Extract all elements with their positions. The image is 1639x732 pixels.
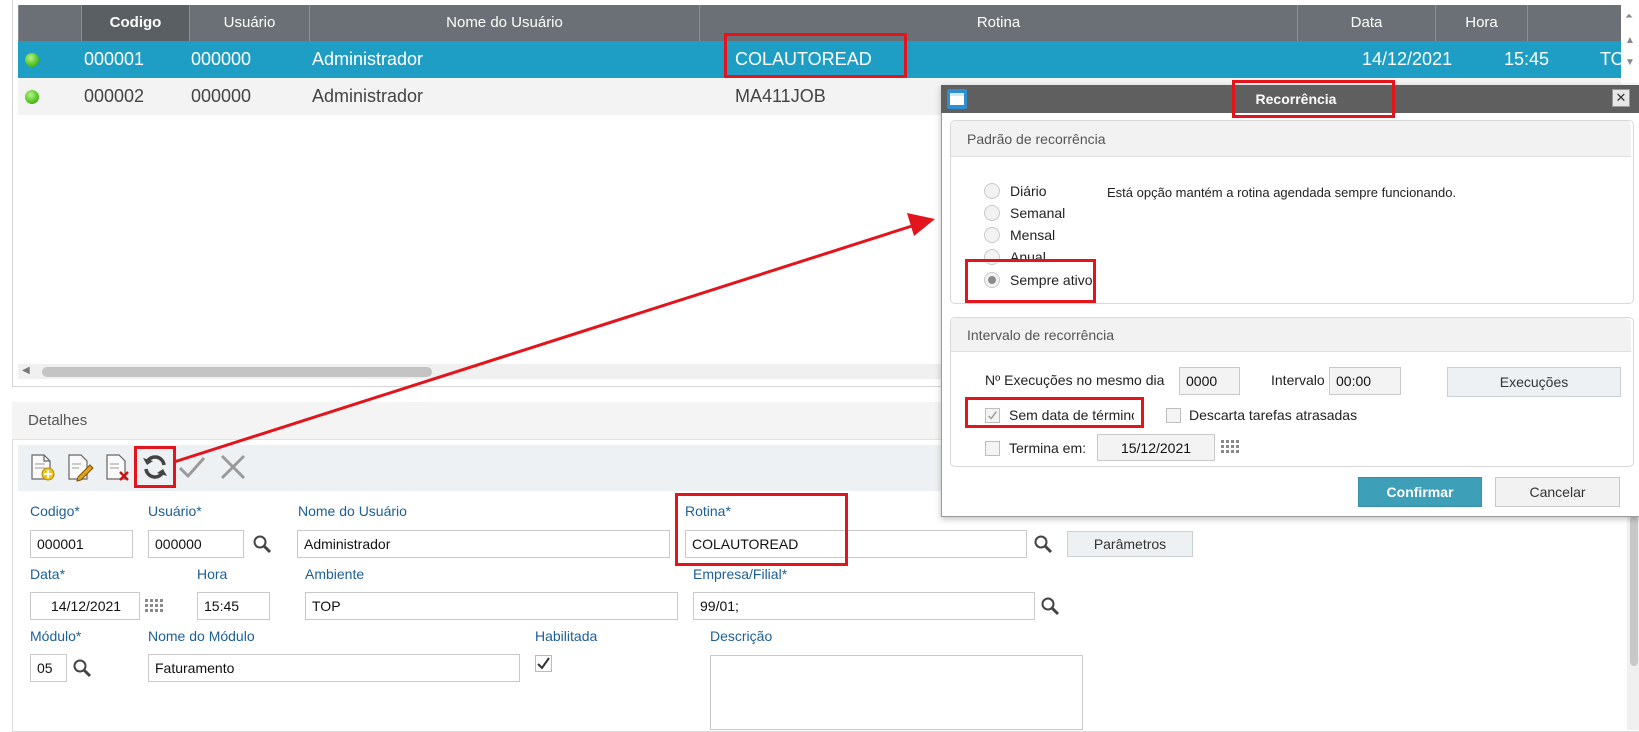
termina-checkbox[interactable] xyxy=(985,441,1000,456)
confirm-button[interactable]: Confirmar xyxy=(1358,477,1482,507)
nome-modulo-label: Nome do Módulo xyxy=(148,628,255,644)
usuario-label: Usuário* xyxy=(148,503,202,519)
execucoes-button[interactable]: Execuções xyxy=(1447,367,1621,397)
exec-field[interactable]: 0000 xyxy=(1179,367,1240,395)
highlight-sempre-ativo xyxy=(965,259,1096,303)
habilitada-checkbox[interactable] xyxy=(535,655,552,672)
status-green-icon xyxy=(25,53,39,67)
row-usuario: 000000 xyxy=(191,86,252,106)
delete-document-icon[interactable] xyxy=(102,452,132,482)
edit-document-icon[interactable] xyxy=(64,452,94,482)
scroll-left-arrow-icon[interactable]: ◀ xyxy=(22,365,30,376)
descricao-field[interactable] xyxy=(710,655,1083,730)
pattern-panel-title: Padrão de recorrência xyxy=(951,121,1631,157)
descarta-checkbox[interactable] xyxy=(1166,408,1181,423)
confirm-check-icon[interactable] xyxy=(177,452,207,482)
grid-col-status[interactable] xyxy=(18,5,81,41)
nome-usuario-label: Nome do Usuário xyxy=(298,503,407,519)
usuario-field[interactable]: 000000 xyxy=(148,530,244,558)
window-icon xyxy=(947,89,967,109)
intervalo-field[interactable]: 00:00 xyxy=(1329,367,1401,395)
radio-mensal[interactable] xyxy=(984,227,1000,243)
radio-diario[interactable] xyxy=(984,183,1000,199)
horizontal-scroll-thumb[interactable] xyxy=(42,367,432,377)
interval-panel-title: Intervalo de recorrência xyxy=(951,318,1631,352)
grid-col-data[interactable]: Data xyxy=(1297,5,1435,41)
highlight-refresh-button xyxy=(134,446,176,488)
vertical-scrollbar[interactable]: ⏶ ▲ ▼ xyxy=(1621,5,1639,75)
search-icon[interactable] xyxy=(1040,596,1060,616)
data-field[interactable]: 14/12/2021 xyxy=(30,592,140,620)
intervalo-label: Intervalo xyxy=(1271,372,1325,388)
codigo-label: Codigo* xyxy=(30,503,80,519)
exec-label: Nº Execuções no mesmo dia xyxy=(985,372,1165,388)
cancel-button[interactable]: Cancelar xyxy=(1495,477,1620,507)
parametros-button[interactable]: Parâmetros xyxy=(1067,531,1193,557)
termina-label: Termina em: xyxy=(1009,440,1087,456)
status-green-icon xyxy=(25,90,39,104)
data-label: Data* xyxy=(30,566,66,582)
grid-col-extra[interactable] xyxy=(1527,5,1621,41)
row-nome: Administrador xyxy=(312,86,424,106)
radio-semanal-label: Semanal xyxy=(1010,205,1066,221)
nome-usuario-field[interactable]: Administrador xyxy=(297,530,670,558)
cancel-x-icon[interactable] xyxy=(218,452,248,482)
ambiente-field[interactable]: TOP xyxy=(305,592,678,620)
empresa-label: Empresa/Filial* xyxy=(693,566,788,582)
hora-field[interactable]: 15:45 xyxy=(197,592,270,620)
row-data: 14/12/2021 xyxy=(1362,49,1453,69)
radio-mensal-label: Mensal xyxy=(1010,227,1056,243)
pattern-description: Está opção mantém a rotina agendada semp… xyxy=(1107,185,1457,200)
scroll-top-icon[interactable]: ⏶ xyxy=(1625,11,1633,22)
search-icon[interactable] xyxy=(252,534,272,554)
search-icon[interactable] xyxy=(72,658,92,678)
calendar-icon[interactable] xyxy=(144,597,166,615)
row-codigo: 000001 xyxy=(84,49,145,69)
row-hora: 15:45 xyxy=(1504,49,1550,69)
empresa-field[interactable]: 99/01; xyxy=(693,592,1035,620)
habilitada-label: Habilitada xyxy=(535,628,598,644)
hora-label: Hora xyxy=(197,566,228,582)
highlight-dialog-title xyxy=(1232,80,1395,118)
radio-semanal[interactable] xyxy=(984,205,1000,221)
modulo-field[interactable]: 05 xyxy=(30,654,67,682)
scroll-up-icon[interactable]: ▲ xyxy=(1625,35,1635,46)
descarta-label: Descarta tarefas atrasadas xyxy=(1189,407,1358,423)
scroll-down-icon[interactable]: ▼ xyxy=(1625,57,1635,68)
grid-col-usuario[interactable]: Usuário xyxy=(189,5,309,41)
ambiente-label: Ambiente xyxy=(305,566,365,582)
codigo-field[interactable]: 000001 xyxy=(30,530,133,558)
row-rotina: MA411JOB xyxy=(735,86,826,106)
details-scroll-thumb[interactable] xyxy=(1630,516,1638,666)
details-title: Detalhes xyxy=(28,412,88,429)
row-codigo: 000002 xyxy=(84,86,145,106)
search-icon[interactable] xyxy=(1033,534,1053,554)
row-usuario: 000000 xyxy=(191,49,252,69)
modulo-label: Módulo* xyxy=(30,628,82,644)
termina-date-field[interactable]: 15/12/2021 xyxy=(1097,434,1215,461)
highlight-rotina-field xyxy=(675,493,848,566)
close-icon[interactable]: ✕ xyxy=(1612,89,1630,107)
highlight-sem-data xyxy=(965,397,1144,428)
grid-col-hora[interactable]: Hora xyxy=(1435,5,1527,41)
grid-col-nome[interactable]: Nome do Usuário xyxy=(309,5,699,41)
calendar-icon[interactable] xyxy=(1220,438,1242,456)
row-nome: Administrador xyxy=(312,49,424,69)
add-document-icon[interactable] xyxy=(26,452,56,482)
nome-modulo-field[interactable]: Faturamento xyxy=(148,654,520,682)
highlight-rotina-cell xyxy=(724,33,907,78)
descricao-label: Descrição xyxy=(710,628,773,644)
grid-col-codigo[interactable]: Codigo xyxy=(81,5,189,41)
radio-diario-label: Diário xyxy=(1010,183,1047,199)
